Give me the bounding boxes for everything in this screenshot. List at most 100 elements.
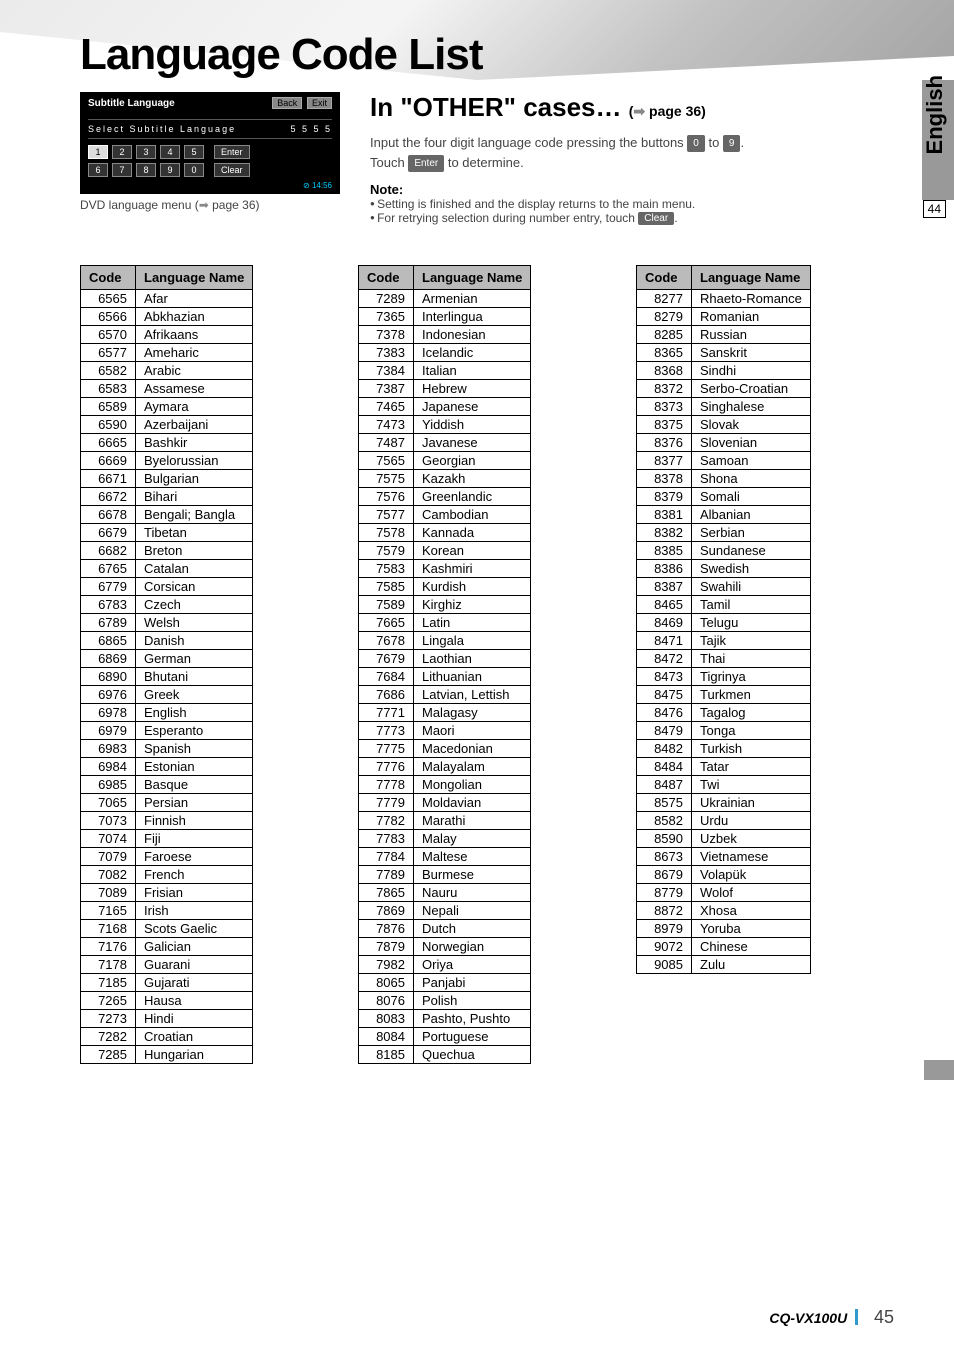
- table-row: 6678Bengali; Bangla: [81, 506, 253, 524]
- name-cell: Catalan: [136, 560, 253, 578]
- code-cell: 6582: [81, 362, 136, 380]
- name-cell: Wolof: [692, 884, 811, 902]
- code-cell: 6565: [81, 290, 136, 308]
- table-row: 7784Maltese: [359, 848, 531, 866]
- code-cell: 7473: [359, 416, 414, 434]
- code-cell: 8979: [637, 920, 692, 938]
- dvd-menu-screenshot: Subtitle Language Back Exit Select Subti…: [80, 92, 340, 194]
- name-cell: Urdu: [692, 812, 811, 830]
- code-cell: 8076: [359, 992, 414, 1010]
- name-cell: Tajik: [692, 632, 811, 650]
- name-cell: Arabic: [136, 362, 253, 380]
- table-row: 7583Kashmiri: [359, 560, 531, 578]
- code-cell: 6985: [81, 776, 136, 794]
- name-cell: Dutch: [414, 920, 531, 938]
- name-cell: Moldavian: [414, 794, 531, 812]
- name-cell: Albanian: [692, 506, 811, 524]
- name-cell: Tonga: [692, 722, 811, 740]
- code-cell: 6589: [81, 398, 136, 416]
- name-cell: Javanese: [414, 434, 531, 452]
- col-name: Language Name: [136, 266, 253, 290]
- num-9-button[interactable]: 9: [160, 163, 180, 177]
- code-cell: 6983: [81, 740, 136, 758]
- table-row: 8472Thai: [637, 650, 811, 668]
- num-7-button[interactable]: 7: [112, 163, 132, 177]
- table-row: 7879Norwegian: [359, 938, 531, 956]
- table-row: 7387Hebrew: [359, 380, 531, 398]
- table-row: 6665Bashkir: [81, 434, 253, 452]
- name-cell: Quechua: [414, 1046, 531, 1064]
- table-row: 7576Greenlandic: [359, 488, 531, 506]
- name-cell: Malayalam: [414, 758, 531, 776]
- code-cell: 8382: [637, 524, 692, 542]
- num-2-button[interactable]: 2: [112, 145, 132, 159]
- name-cell: Marathi: [414, 812, 531, 830]
- code-cell: 7487: [359, 434, 414, 452]
- name-cell: Irish: [136, 902, 253, 920]
- enter-button[interactable]: Enter: [214, 145, 250, 159]
- code-cell: 7282: [81, 1028, 136, 1046]
- code-cell: 8872: [637, 902, 692, 920]
- name-cell: Corsican: [136, 578, 253, 596]
- table-row: 7378Indonesian: [359, 326, 531, 344]
- clear-button[interactable]: Clear: [214, 163, 250, 177]
- code-cell: 8365: [637, 344, 692, 362]
- name-cell: Malagasy: [414, 704, 531, 722]
- table-row: 7082French: [81, 866, 253, 884]
- code-cell: 7073: [81, 812, 136, 830]
- name-cell: Frisian: [136, 884, 253, 902]
- back-button[interactable]: Back: [272, 97, 302, 109]
- table-row: 8484Tatar: [637, 758, 811, 776]
- col-name: Language Name: [692, 266, 811, 290]
- num-6-button[interactable]: 6: [88, 163, 108, 177]
- code-cell: 8387: [637, 578, 692, 596]
- code-cell: 8377: [637, 452, 692, 470]
- table-row: 6890Bhutani: [81, 668, 253, 686]
- table-row: 7285Hungarian: [81, 1046, 253, 1064]
- enter-key-icon: Enter: [408, 155, 444, 172]
- code-cell: 6583: [81, 380, 136, 398]
- code-cell: 7273: [81, 1010, 136, 1028]
- table-row: 6566Abkhazian: [81, 308, 253, 326]
- code-cell: 8378: [637, 470, 692, 488]
- code-cell: 7577: [359, 506, 414, 524]
- table-row: 6983Spanish: [81, 740, 253, 758]
- num-3-button[interactable]: 3: [136, 145, 156, 159]
- table-row: 7686Latvian, Lettish: [359, 686, 531, 704]
- num-1-button[interactable]: 1: [88, 145, 108, 159]
- code-cell: 8469: [637, 614, 692, 632]
- code-cell: 8484: [637, 758, 692, 776]
- name-cell: Twi: [692, 776, 811, 794]
- name-cell: Slovak: [692, 416, 811, 434]
- code-cell: 7065: [81, 794, 136, 812]
- num-4-button[interactable]: 4: [160, 145, 180, 159]
- table-row: 8479Tonga: [637, 722, 811, 740]
- num-0-button[interactable]: 0: [184, 163, 204, 177]
- name-cell: Italian: [414, 362, 531, 380]
- table-row: 6976Greek: [81, 686, 253, 704]
- table-row: 8372Serbo-Croatian: [637, 380, 811, 398]
- table-row: 6783Czech: [81, 596, 253, 614]
- code-cell: 7565: [359, 452, 414, 470]
- code-cell: 6682: [81, 542, 136, 560]
- code-cell: 8582: [637, 812, 692, 830]
- code-cell: 8779: [637, 884, 692, 902]
- name-cell: Somali: [692, 488, 811, 506]
- name-cell: Serbian: [692, 524, 811, 542]
- col-code: Code: [359, 266, 414, 290]
- num-5-button[interactable]: 5: [184, 145, 204, 159]
- code-cell: 7686: [359, 686, 414, 704]
- name-cell: Hebrew: [414, 380, 531, 398]
- table-row: 7779Moldavian: [359, 794, 531, 812]
- num-8-button[interactable]: 8: [136, 163, 156, 177]
- table-row: 7869Nepali: [359, 902, 531, 920]
- code-cell: 6672: [81, 488, 136, 506]
- code-cell: 7383: [359, 344, 414, 362]
- code-cell: 8083: [359, 1010, 414, 1028]
- table-row: 8872Xhosa: [637, 902, 811, 920]
- page-number: 45: [874, 1307, 894, 1327]
- exit-button[interactable]: Exit: [307, 97, 332, 109]
- code-cell: 6679: [81, 524, 136, 542]
- name-cell: Kurdish: [414, 578, 531, 596]
- arrow-icon: ➡: [199, 198, 209, 212]
